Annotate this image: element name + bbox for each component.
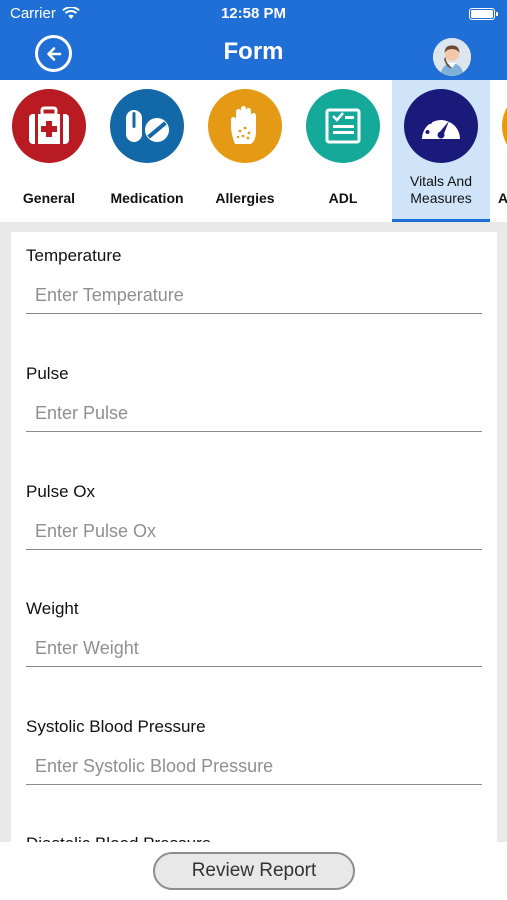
field-label: Systolic Blood Pressure bbox=[26, 717, 206, 736]
tab-label: ADL bbox=[328, 190, 358, 206]
weight-input[interactable] bbox=[26, 631, 482, 667]
first-aid-kit-icon bbox=[29, 106, 69, 144]
bottom-bar: Review Report bbox=[0, 842, 507, 900]
review-report-button[interactable]: Review Report bbox=[153, 852, 355, 890]
status-time: 12:58 PM bbox=[220, 5, 287, 22]
checklist-icon bbox=[325, 108, 361, 144]
tab-label: Vitals And Measures bbox=[392, 173, 490, 207]
category-tabs: General Medication Allergies ADL Vitals … bbox=[0, 80, 507, 222]
tab-allergies[interactable]: Allergies bbox=[196, 80, 294, 222]
tab-label: A bbox=[498, 190, 507, 206]
field-label: Pulse bbox=[26, 364, 69, 383]
category-icon-bg bbox=[208, 89, 282, 163]
status-bar: Carrier 12:58 PM bbox=[0, 0, 507, 28]
tab-vitals-and-measures[interactable]: Vitals And Measures bbox=[392, 80, 490, 222]
pulse-input[interactable] bbox=[26, 396, 482, 432]
tab-label: General bbox=[22, 190, 76, 206]
tab-label: Medication bbox=[110, 190, 184, 206]
rash-hand-icon bbox=[231, 106, 256, 144]
tab-general[interactable]: General bbox=[0, 80, 98, 222]
vitals-form-card: Temperature Pulse Pulse Ox Weight Systol… bbox=[11, 232, 497, 842]
field-temperature: Temperature bbox=[26, 246, 482, 314]
tab-label-line-1: Vitals And bbox=[409, 173, 472, 189]
systolic-blood-pressure-input[interactable] bbox=[26, 749, 482, 785]
app-header: Carrier 12:58 PM Form bbox=[0, 0, 507, 80]
tab-label: Allergies bbox=[215, 190, 275, 206]
field-diastolic-blood-pressure: Diastolic Blood Pressure bbox=[26, 834, 482, 842]
tab-medication[interactable]: Medication bbox=[98, 80, 196, 222]
category-icon-bg bbox=[502, 89, 507, 163]
field-label: Pulse Ox bbox=[26, 482, 95, 501]
page-title: Form bbox=[223, 38, 284, 65]
field-systolic-blood-pressure: Systolic Blood Pressure bbox=[26, 717, 482, 785]
field-label: Temperature bbox=[26, 246, 122, 265]
category-icon-bg bbox=[306, 89, 380, 163]
field-pulse: Pulse bbox=[26, 364, 482, 432]
tab-adl[interactable]: ADL bbox=[294, 80, 392, 222]
pulse-ox-input[interactable] bbox=[26, 514, 482, 550]
field-label: Weight bbox=[26, 599, 79, 618]
pills-icon bbox=[126, 110, 169, 142]
category-icon-bg bbox=[110, 89, 184, 163]
field-weight: Weight bbox=[26, 599, 482, 667]
field-label: Diastolic Blood Pressure bbox=[26, 834, 482, 842]
avatar[interactable] bbox=[433, 38, 471, 76]
nurse-avatar-icon bbox=[433, 38, 471, 76]
battery-icon bbox=[469, 8, 498, 20]
temperature-input[interactable] bbox=[26, 278, 482, 314]
category-icon-bg bbox=[12, 89, 86, 163]
field-pulse-ox: Pulse Ox bbox=[26, 482, 482, 550]
tab-next-partial[interactable]: A bbox=[490, 80, 507, 222]
form-area: Temperature Pulse Pulse Ox Weight Systol… bbox=[0, 222, 507, 842]
category-icon-bg bbox=[404, 89, 478, 163]
tab-label-line-2: Measures bbox=[410, 190, 472, 206]
gauge-icon bbox=[422, 114, 460, 139]
